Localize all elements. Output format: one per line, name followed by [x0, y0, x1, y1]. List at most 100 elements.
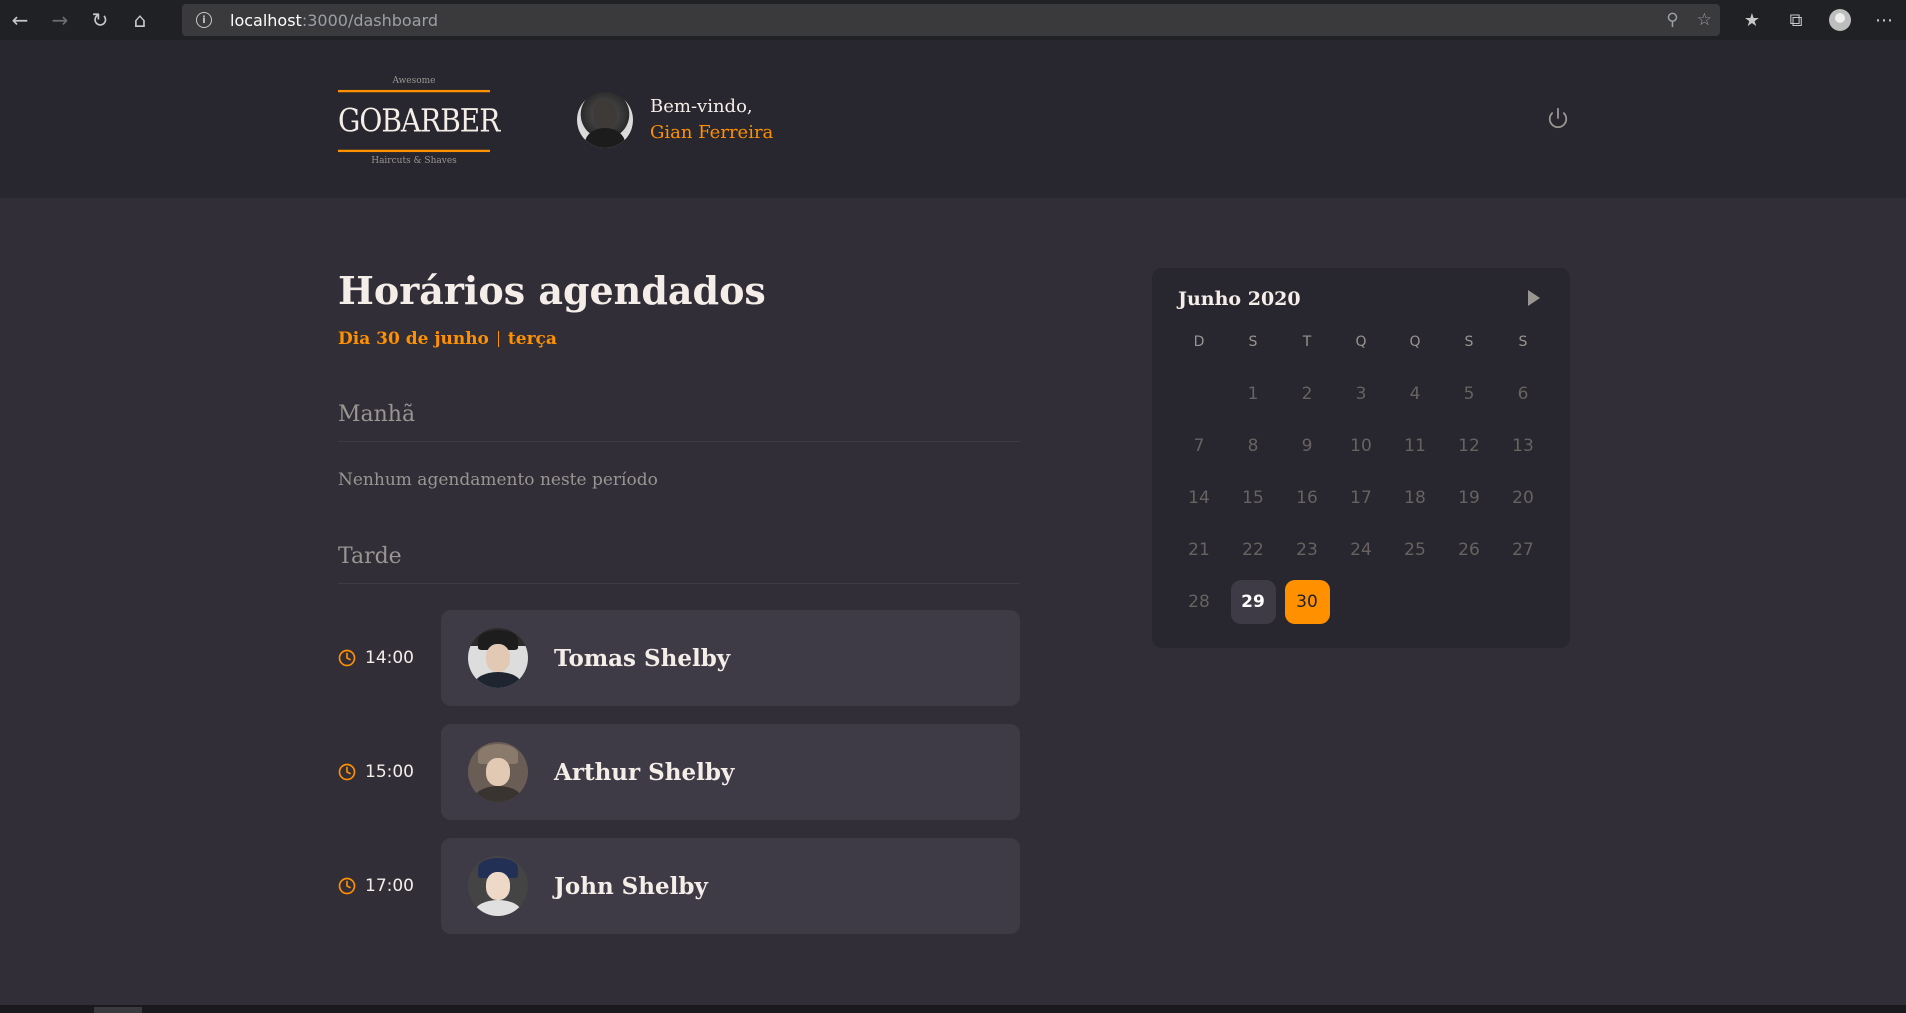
calendar-day: 21: [1172, 524, 1226, 576]
calendar-day: 24: [1334, 524, 1388, 576]
home-icon[interactable]: ⌂: [120, 0, 160, 40]
url-host: localhost: [230, 10, 302, 30]
logo-bottom-text: Haircuts & Shaves: [371, 156, 457, 166]
calendar-day-number: 11: [1404, 436, 1426, 456]
calendar-day: 28: [1172, 576, 1226, 628]
calendar-day: 3: [1334, 368, 1388, 420]
calendar-day-number: [1177, 372, 1222, 416]
calendar-day-number: 2: [1301, 384, 1313, 404]
profile-icon[interactable]: [1818, 0, 1862, 40]
address-bar[interactable]: i localhost:3000/dashboard ⚲ ☆: [182, 4, 1720, 36]
calendar-day-number: 8: [1247, 436, 1259, 456]
calendar-day: 9: [1280, 420, 1334, 472]
calendar-day: 13: [1496, 420, 1550, 472]
calendar-day-number: 15: [1242, 488, 1264, 508]
calendar-day-number: 29: [1230, 580, 1276, 624]
page-title: Horários agendados: [338, 268, 766, 313]
calendar-day: 25: [1388, 524, 1442, 576]
appointment-time-text: 14:00: [365, 648, 414, 668]
logo-brand: GOBARBER: [338, 89, 500, 153]
info-icon[interactable]: i: [196, 12, 212, 28]
calendar-day: 15: [1226, 472, 1280, 524]
calendar-day-number: 13: [1512, 436, 1534, 456]
calendar-day-number: 9: [1301, 436, 1313, 456]
calendar-day-number: 6: [1517, 384, 1529, 404]
app-header: Awesome GOBARBER Haircuts & Shaves Bem-v…: [0, 40, 1906, 198]
selected-date-info: Dia 30 de junho terça: [338, 329, 557, 349]
favorite-star-icon[interactable]: ☆: [1697, 10, 1712, 30]
calendar-day-number: 5: [1463, 384, 1475, 404]
calendar-day-number: 14: [1188, 488, 1210, 508]
weekday-label: terça: [507, 329, 557, 349]
favorites-icon[interactable]: ★: [1730, 0, 1774, 40]
appointment-item: 14:00 Tomas Shelby: [338, 610, 1020, 706]
calendar-day-number: 25: [1404, 540, 1426, 560]
calendar-day: 14: [1172, 472, 1226, 524]
calendar-day: 10: [1334, 420, 1388, 472]
clock-icon: [338, 877, 356, 895]
date-label: Dia 30 de junho: [338, 329, 489, 349]
calendar-day[interactable]: 29: [1226, 576, 1280, 628]
calendar-day-number: 27: [1512, 540, 1534, 560]
weekday-header: D: [1193, 334, 1205, 350]
morning-empty-message: Nenhum agendamento neste período: [338, 470, 658, 490]
appointment-card[interactable]: John Shelby: [441, 838, 1020, 934]
calendar-day-number: 24: [1350, 540, 1372, 560]
user-name-link[interactable]: Gian Ferreira: [650, 120, 773, 146]
browser-toolbar: ← → ↻ ⌂ i localhost:3000/dashboard ⚲ ☆ ★…: [0, 0, 1906, 40]
horizontal-scrollbar[interactable]: [0, 1005, 1906, 1013]
client-avatar: [468, 628, 528, 688]
appointment-card[interactable]: Arthur Shelby: [441, 724, 1020, 820]
collections-icon[interactable]: ⧉: [1774, 0, 1818, 40]
calendar-day-number: 26: [1458, 540, 1480, 560]
appointment-time-text: 17:00: [365, 876, 414, 896]
calendar-day: 19: [1442, 472, 1496, 524]
weekday-header: Q: [1409, 334, 1421, 350]
appointment-item: 17:00 John Shelby: [338, 838, 1020, 934]
weekday-header: S: [1248, 334, 1258, 350]
calendar-month-label: Junho 2020: [1178, 288, 1301, 310]
calendar-day: 17: [1334, 472, 1388, 524]
back-icon[interactable]: ←: [0, 0, 40, 40]
calendar-day: 8: [1226, 420, 1280, 472]
date-separator: [497, 331, 499, 347]
logo-top-text: Awesome: [392, 76, 436, 86]
user-avatar[interactable]: [577, 92, 633, 148]
section-title-afternoon: Tarde: [338, 544, 1020, 584]
clock-icon: [338, 649, 356, 667]
calendar-day: 18: [1388, 472, 1442, 524]
client-name: Arthur Shelby: [554, 758, 735, 786]
scrollbar-thumb[interactable]: [94, 1007, 142, 1013]
weekday-header: S: [1464, 334, 1474, 350]
calendar-day: 7: [1172, 420, 1226, 472]
more-menu-icon[interactable]: ⋯: [1862, 0, 1906, 40]
zoom-icon[interactable]: ⚲: [1666, 10, 1678, 30]
calendar-day[interactable]: 30: [1280, 576, 1334, 628]
calendar-day-number: 19: [1458, 488, 1480, 508]
calendar-day-number: 7: [1193, 436, 1205, 456]
appointment-card[interactable]: Tomas Shelby: [441, 610, 1020, 706]
calendar-day: 1: [1226, 368, 1280, 420]
calendar-day-number: 23: [1296, 540, 1318, 560]
calendar-day: 16: [1280, 472, 1334, 524]
reload-icon[interactable]: ↻: [80, 0, 120, 40]
power-icon[interactable]: [1544, 104, 1572, 132]
calendar-day-number: 4: [1409, 384, 1421, 404]
next-month-icon[interactable]: [1528, 290, 1540, 306]
forward-icon[interactable]: →: [40, 0, 80, 40]
weekday-header: T: [1302, 334, 1312, 350]
url-path: :3000/dashboard: [301, 10, 438, 30]
welcome-greeting: Bem-vindo,: [650, 96, 753, 117]
appointment-time: 17:00: [338, 838, 414, 934]
gobarber-logo: Awesome GOBARBER Haircuts & Shaves: [338, 72, 500, 172]
calendar-day: 5: [1442, 368, 1496, 420]
calendar-day-number: 3: [1355, 384, 1367, 404]
calendar-day: 26: [1442, 524, 1496, 576]
calendar-day: 2: [1280, 368, 1334, 420]
calendar-day: 6: [1496, 368, 1550, 420]
client-name: John Shelby: [554, 872, 708, 900]
calendar-day-number: 18: [1404, 488, 1426, 508]
appointment-time-text: 15:00: [365, 762, 414, 782]
calendar: Junho 2020 D S T Q Q S S 1 2 3 4 5 6 7 8 9 10 11 12…: [1152, 268, 1570, 648]
calendar-day: 20: [1496, 472, 1550, 524]
